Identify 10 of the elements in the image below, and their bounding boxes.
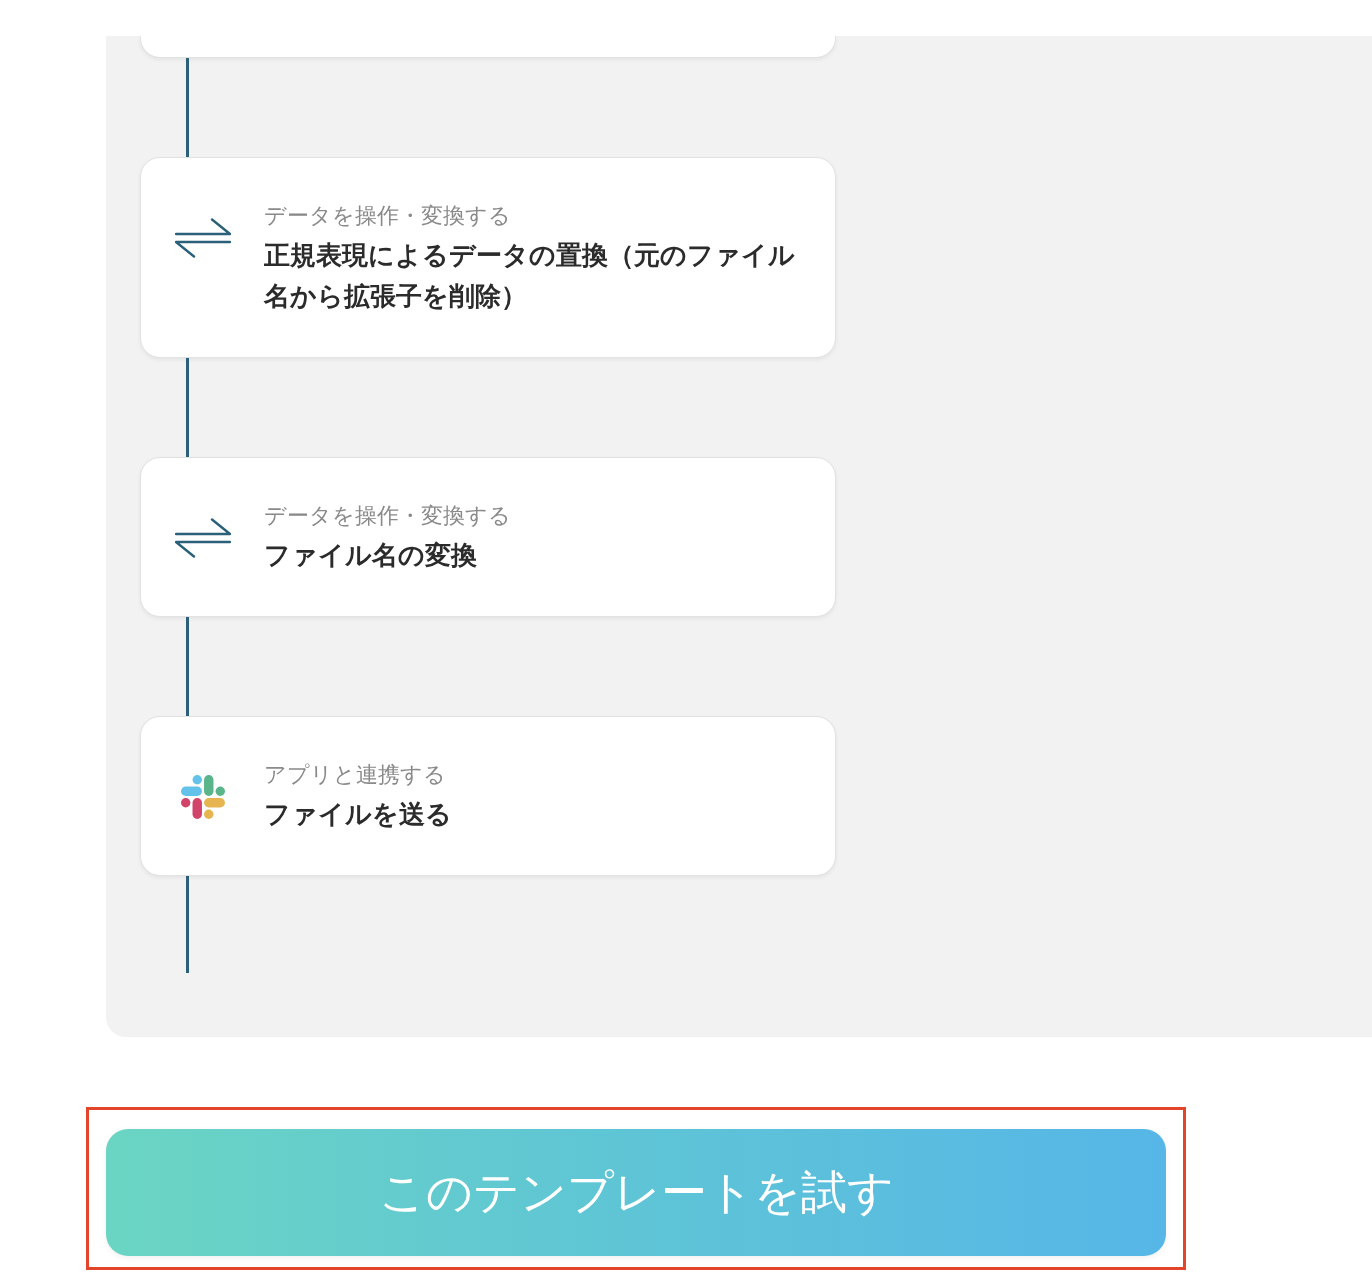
step-title: 正規表現によるデータの置換（元のファイル名から拡張子を削除） — [264, 239, 796, 313]
step-category: データを操作・変換する — [264, 202, 512, 230]
swap-arrows-icon — [175, 518, 231, 558]
app-logo-icon — [181, 775, 225, 819]
step-category: データを操作・変換する — [264, 502, 512, 530]
swap-arrows-icon — [175, 218, 231, 258]
try-template-button[interactable]: このテンプレートを試す — [106, 1129, 1166, 1256]
step-title: ファイルを送る — [264, 798, 453, 831]
step-title: ファイル名の変換 — [264, 539, 478, 572]
step-category: アプリと連携する — [264, 761, 447, 789]
